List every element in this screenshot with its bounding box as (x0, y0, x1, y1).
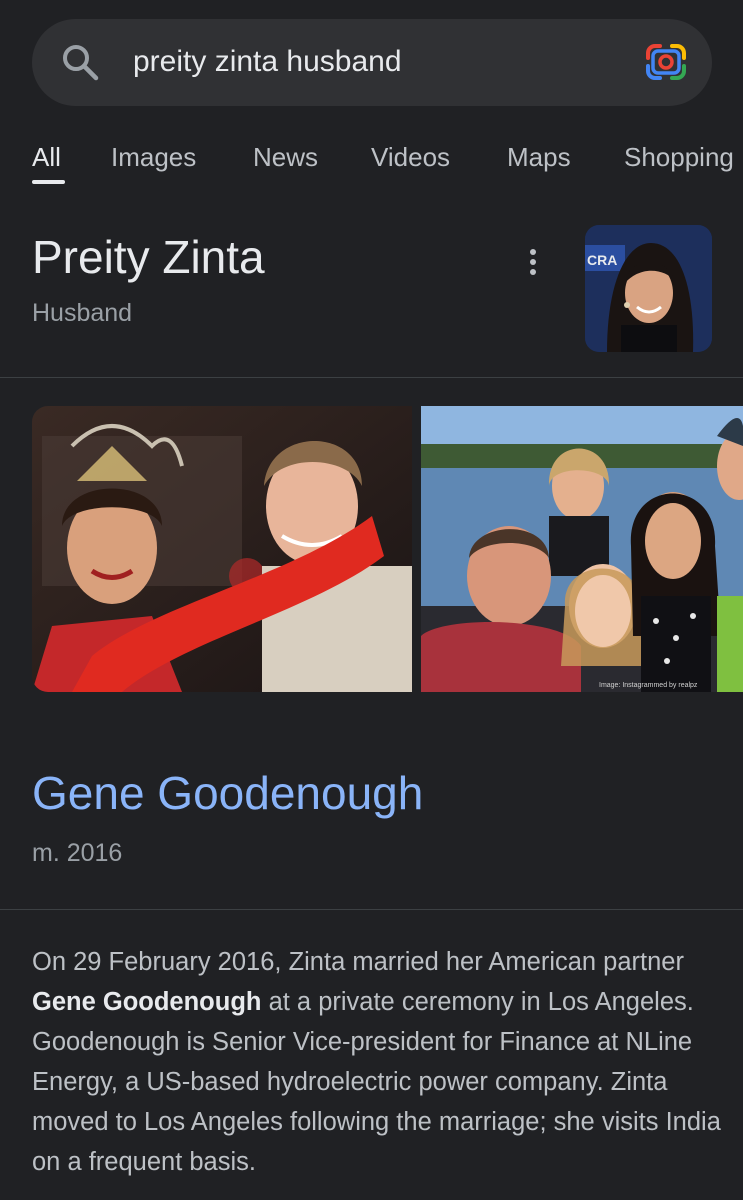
search-input[interactable]: preity zinta husband (133, 42, 402, 82)
description-text: On 29 February 2016, Zinta married her A… (32, 942, 722, 1182)
portrait-image: CRA (585, 225, 712, 352)
description-part: On 29 February 2016, Zinta married her A… (32, 948, 684, 976)
divider (0, 377, 743, 378)
search-tabs: All Images News Videos Maps Shopping (0, 130, 743, 190)
sign-text: CRA (587, 252, 617, 268)
tab-images[interactable]: Images (111, 140, 196, 174)
search-results-page: preity zinta husband All Images News Vid… (0, 0, 743, 1200)
entity-subtitle: Husband (32, 299, 133, 327)
family-image: Image: Instagrammed by realpz (421, 406, 743, 692)
search-bar[interactable]: preity zinta husband (32, 19, 712, 106)
more-vert-icon[interactable] (520, 242, 546, 282)
answer-link[interactable]: Gene Goodenough (32, 764, 423, 822)
tab-all[interactable]: All (32, 140, 61, 174)
entity-thumbnail[interactable]: CRA (585, 225, 712, 352)
tab-news[interactable]: News (253, 140, 318, 174)
search-icon[interactable] (60, 42, 100, 82)
description-bold-name: Gene Goodenough (32, 988, 262, 1016)
google-lens-icon[interactable] (644, 42, 688, 82)
family-photo[interactable]: Image: Instagrammed by realpz (421, 406, 743, 692)
description-part: at a private ceremony in Los Angeles. Go… (32, 988, 721, 1176)
tab-maps[interactable]: Maps (507, 140, 571, 174)
tab-shopping[interactable]: Shopping (624, 140, 734, 174)
tab-videos[interactable]: Videos (371, 140, 450, 174)
entity-title: Preity Zinta (32, 231, 265, 283)
image-credit: Image: Instagrammed by realpz (599, 682, 698, 689)
wedding-photo[interactable] (32, 406, 412, 692)
wedding-image (32, 406, 412, 692)
marriage-year: m. 2016 (32, 839, 123, 867)
active-tab-indicator (32, 180, 65, 184)
divider (0, 909, 743, 910)
